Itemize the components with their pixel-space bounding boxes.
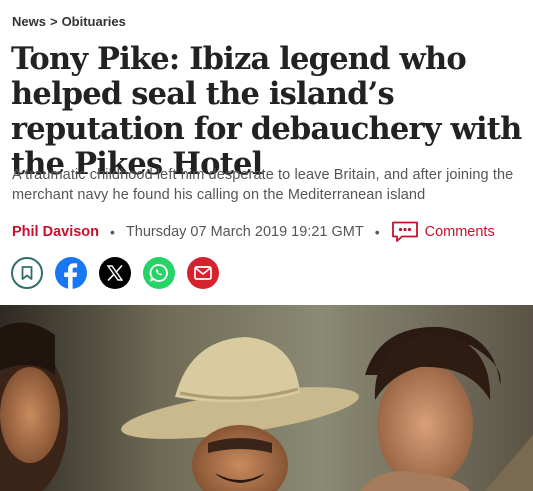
- email-icon: [194, 266, 212, 280]
- article-headline: Tony Pike: Ibiza legend who helped seal …: [11, 41, 522, 182]
- facebook-icon: [64, 263, 78, 289]
- facebook-share-button[interactable]: [55, 257, 87, 289]
- byline-bullet: •: [110, 224, 115, 240]
- whatsapp-share-button[interactable]: [143, 257, 175, 289]
- byline-bullet: •: [374, 224, 380, 240]
- bookmark-button[interactable]: [11, 257, 43, 289]
- hero-photo-illustration: [0, 305, 533, 491]
- x-icon: [107, 265, 123, 281]
- article-standfirst: A traumatic childhood left him desperate…: [12, 167, 514, 203]
- comment-bubble-icon: [391, 221, 418, 242]
- whatsapp-icon: [149, 264, 168, 282]
- email-share-button[interactable]: [187, 257, 219, 289]
- breadcrumb-news-link[interactable]: News: [12, 14, 46, 29]
- breadcrumb-separator: >: [49, 14, 58, 29]
- comments-link[interactable]: Comments: [391, 221, 495, 243]
- breadcrumb: News > Obituaries: [12, 14, 126, 29]
- comments-label: Comments: [424, 224, 495, 240]
- x-share-button[interactable]: [99, 257, 131, 289]
- author-link[interactable]: Phil Davison: [12, 224, 99, 240]
- article-byline: Phil Davison • Thursday 07 March 2019 19…: [12, 221, 495, 243]
- publish-date: Thursday 07 March 2019 19:21 GMT: [125, 224, 364, 240]
- share-bar: [11, 257, 219, 289]
- breadcrumb-obituaries-link[interactable]: Obituaries: [62, 14, 126, 29]
- bookmark-icon: [21, 266, 33, 280]
- hero-image: [0, 305, 533, 491]
